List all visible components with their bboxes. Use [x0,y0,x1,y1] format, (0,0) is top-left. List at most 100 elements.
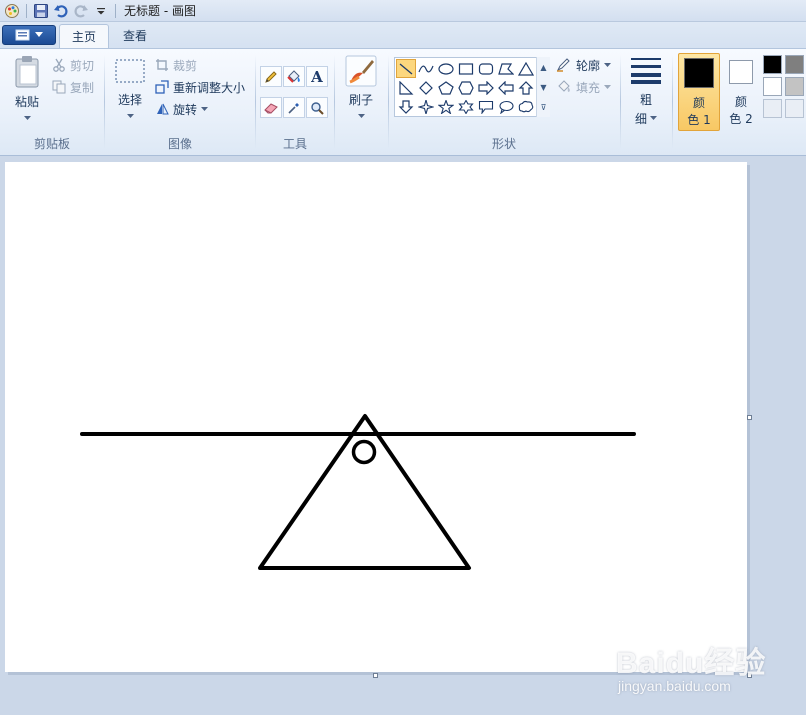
crop-button[interactable]: 裁剪 [155,55,197,75]
polygon-shape-icon[interactable] [496,59,516,78]
shapes-group-label: 形状 [491,137,516,151]
palette-color-black[interactable] [763,55,782,74]
outline-button[interactable]: 轮廓 [556,55,612,75]
outline-label: 轮廓 [576,58,601,73]
redo-icon[interactable] [71,1,91,21]
resize-button[interactable]: 重新调整大小 [155,77,245,97]
rotate-button[interactable]: 旋转 [155,99,209,119]
watermark-url: jingyan.baidu.com [618,678,731,694]
chevron-down-icon [23,116,31,120]
eraser-icon[interactable] [260,97,282,118]
menu-icon [15,29,30,41]
shapes-scrollbar[interactable]: ▲ ▼ ⊽ [536,57,550,117]
clipboard-group-label: 剪贴板 [33,137,70,151]
quick-access-toolbar [0,0,120,22]
magnifier-icon[interactable] [306,97,328,118]
outline-icon [556,58,570,72]
hexagon-shape-icon[interactable] [456,78,476,97]
undo-icon[interactable] [51,1,71,21]
six-point-star-shape-icon[interactable] [456,97,476,116]
title-bar: 无标题 - 画图 [0,0,806,22]
tools-group-label: 工具 [282,137,307,151]
right-triangle-shape-icon[interactable] [396,78,416,97]
select-button[interactable]: 选择 [111,57,149,119]
palette-color-gray[interactable] [785,55,804,74]
paste-button[interactable]: 粘贴 [8,55,46,121]
divider [115,3,116,18]
image-group-label: 图像 [167,137,192,151]
right-arrow-shape-icon[interactable] [476,78,496,97]
pentagon-shape-icon[interactable] [436,78,456,97]
scroll-down-icon[interactable]: ▼ [540,83,546,92]
triangle-shape-icon[interactable] [516,59,536,78]
scissors-icon [53,58,65,72]
palette-color-white[interactable] [763,77,782,96]
resize-handle-right[interactable] [747,415,752,420]
small-circle [351,439,377,465]
four-point-star-shape-icon[interactable] [416,97,436,116]
ribbon: 粘贴 剪切 复制 剪贴板 选择 裁剪 重新调整大小 旋转 图像 A 工具 刷子 … [0,48,806,156]
crop-icon [156,59,168,71]
color1-button[interactable]: 颜 色 1 [678,53,720,131]
fill-icon[interactable] [283,66,305,87]
expand-gallery-icon[interactable]: ⊽ [541,103,547,112]
tab-view[interactable]: 查看 [111,24,159,49]
divider [334,55,335,149]
select-icon [115,59,145,83]
chevron-down-icon [357,114,365,118]
rectangle-shape-icon[interactable] [456,59,476,78]
brush-icon [345,55,377,87]
color1-label-bottom: 色 1 [687,113,711,127]
up-arrow-shape-icon[interactable] [516,78,536,97]
divider [388,55,389,149]
rounded-rectangle-shape-icon[interactable] [476,59,496,78]
brushes-button[interactable]: 刷子 [340,55,382,119]
tools-group: A 工具 [256,49,334,155]
oval-callout-shape-icon[interactable] [496,97,516,116]
size-button[interactable]: 粗 细 [626,55,666,127]
color2-button[interactable]: 颜 色 2 [722,53,760,131]
copy-label: 复制 [70,80,95,95]
paint-menu-button[interactable] [2,25,56,45]
drawing [80,414,636,570]
tab-home[interactable]: 主页 [59,24,110,49]
fill-label: 填充 [576,80,601,95]
cloud-callout-shape-icon[interactable] [516,97,536,116]
pencil-icon[interactable] [260,66,282,87]
palette-color-empty[interactable] [785,99,804,118]
scroll-up-icon[interactable]: ▲ [540,63,546,72]
image-group: 选择 裁剪 重新调整大小 旋转 图像 [105,49,255,155]
text-tool-glyph: A [311,67,323,86]
curve-shape-icon[interactable] [416,59,436,78]
customize-dropdown-icon[interactable] [91,1,111,21]
rect-callout-shape-icon[interactable] [476,97,496,116]
drawing-canvas[interactable] [5,162,747,672]
down-arrow-shape-icon[interactable] [396,97,416,116]
line-width-icon [631,58,661,84]
rotate-label: 旋转 [173,102,198,117]
color2-swatch [729,60,753,84]
palette-color-light-gray[interactable] [785,77,804,96]
fill-style-button[interactable]: 填充 [556,77,612,97]
chevron-down-icon [604,62,612,67]
color-picker-icon[interactable] [283,97,305,118]
five-point-star-shape-icon[interactable] [436,97,456,116]
divider [26,3,27,18]
text-icon[interactable]: A [306,66,328,87]
copy-button[interactable]: 复制 [52,77,94,97]
resize-handle-bottom[interactable] [373,673,378,678]
chevron-down-icon [35,32,43,37]
save-icon[interactable] [31,1,51,21]
ribbon-tabs: 主页 查看 [0,22,806,49]
size-label-top: 粗 [639,93,652,107]
window-title: 无标题 - 画图 [124,4,196,18]
divider [672,55,673,149]
paint-app-icon[interactable] [2,1,22,21]
cut-button[interactable]: 剪切 [52,55,94,75]
palette-color-empty[interactable] [763,99,782,118]
rotate-icon [157,103,169,115]
left-arrow-shape-icon[interactable] [496,78,516,97]
line-shape-icon[interactable] [396,59,416,78]
oval-shape-icon[interactable] [436,59,456,78]
diamond-shape-icon[interactable] [416,78,436,97]
